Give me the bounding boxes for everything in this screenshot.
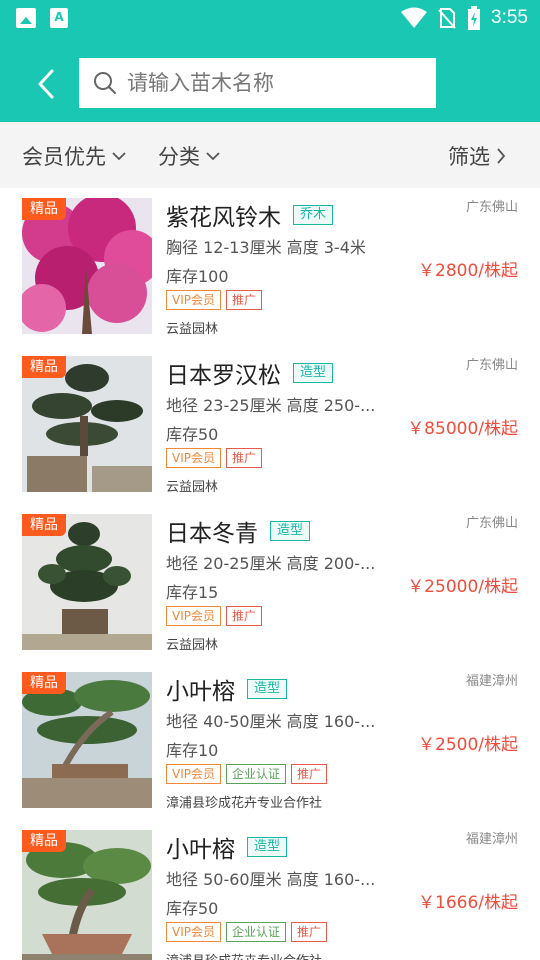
category-tag: 造型: [293, 363, 334, 383]
seller-name: 云益园林: [166, 638, 219, 653]
product-stock: 库存100: [166, 267, 229, 286]
battery-icon: [468, 6, 481, 30]
category-tag: 造型: [270, 521, 311, 541]
premium-badge: 精品: [22, 356, 66, 378]
price: ￥2500/株起: [418, 735, 518, 755]
list-item[interactable]: 精品 小叶榕 造型 地径 50-60厘米 高度 160-... 库存50 VIP…: [0, 820, 540, 960]
premium-badge: 精品: [22, 672, 66, 694]
product-stock: 库存50: [166, 425, 219, 444]
chevron-down-icon: [112, 152, 126, 161]
search-input[interactable]: [127, 71, 417, 95]
product-stock: 库存10: [166, 741, 219, 760]
location: 福建漳州: [465, 674, 518, 689]
promo-tag: 推广: [226, 448, 263, 468]
status-bar: A 3:55: [0, 0, 540, 36]
product-spec: 胸径 12-13厘米 高度 3-4米: [166, 238, 366, 257]
filter-member-priority-label: 会员优先: [22, 145, 106, 169]
list-item[interactable]: 精品 小叶榕 造型 地径 40-50厘米 高度 160-... 库存10 VIP…: [0, 662, 540, 820]
enterprise-cert-tag: 企业认证: [226, 764, 287, 784]
promo-tag: 推广: [291, 764, 328, 784]
no-sim-icon: [438, 8, 456, 29]
chevron-left-icon: [38, 69, 54, 99]
product-title: 小叶榕: [166, 679, 235, 705]
list-item[interactable]: 精品 紫花风铃木 乔木 胸径 12-13厘米 高度 3-4米 库存100 VIP…: [0, 188, 540, 346]
price: ￥85000/株起: [407, 419, 518, 439]
chevron-down-icon: [206, 152, 220, 161]
category-tag: 造型: [247, 837, 288, 857]
seller-name: 漳浦县珍成花卉专业合作社: [166, 796, 323, 811]
header: A 3:55: [0, 0, 540, 122]
location: 福建漳州: [465, 832, 518, 847]
product-title: 日本冬青: [166, 521, 258, 547]
promo-tag: 推广: [226, 606, 263, 626]
promo-tag: 推广: [226, 290, 263, 310]
product-stock: 库存15: [166, 583, 219, 602]
status-time: 3:55: [491, 7, 528, 28]
filter-bar: 会员优先 分类 筛选: [0, 122, 540, 188]
product-spec: 地径 40-50厘米 高度 160-...: [166, 712, 376, 731]
enterprise-cert-tag: 企业认证: [226, 922, 287, 942]
category-tag: 造型: [247, 679, 288, 699]
product-spec: 地径 20-25厘米 高度 200-...: [166, 554, 376, 573]
filter-category[interactable]: 分类: [158, 141, 220, 171]
filter-category-label: 分类: [158, 145, 200, 169]
product-spec: 地径 50-60厘米 高度 160-...: [166, 870, 376, 889]
premium-badge: 精品: [22, 830, 66, 852]
seller-name: 漳浦县珍成花卉专业合作社: [166, 950, 322, 960]
location: 广东佛山: [465, 200, 518, 215]
promo-tag: 推广: [291, 922, 328, 942]
price: ￥25000/株起: [407, 577, 518, 597]
search-box[interactable]: [79, 58, 436, 108]
product-title: 日本罗汉松: [166, 363, 281, 389]
a-letter-icon: A: [50, 8, 68, 28]
price: ￥1666/株起: [418, 893, 518, 913]
seller-name: 云益园林: [166, 322, 219, 337]
vip-tag: VIP会员: [166, 290, 221, 310]
category-tag: 乔木: [293, 205, 334, 225]
vip-tag: VIP会员: [166, 448, 221, 468]
product-stock: 库存50: [166, 899, 219, 918]
search-icon: [94, 72, 116, 94]
vip-tag: VIP会员: [166, 764, 221, 784]
location: 广东佛山: [465, 358, 518, 373]
premium-badge: 精品: [22, 198, 66, 220]
filter-button-label: 筛选: [448, 145, 490, 169]
vip-tag: VIP会员: [166, 606, 221, 626]
product-spec: 地径 23-25厘米 高度 250-...: [166, 396, 376, 415]
price: ￥2800/株起: [418, 261, 518, 281]
location: 广东佛山: [465, 516, 518, 531]
filter-member-priority[interactable]: 会员优先: [22, 141, 126, 171]
image-icon: [16, 8, 36, 28]
seller-name: 云益园林: [166, 480, 219, 495]
product-title: 小叶榕: [166, 837, 235, 863]
premium-badge: 精品: [22, 514, 66, 536]
wifi-icon: [401, 7, 428, 28]
product-title: 紫花风铃木: [166, 205, 281, 231]
chevron-right-icon: [497, 148, 506, 164]
back-button[interactable]: [28, 64, 64, 104]
filter-button[interactable]: 筛选: [448, 141, 506, 171]
list-item[interactable]: 精品 日本罗汉松 造型 地径 23-25厘米 高度 250-... 库存50 V…: [0, 346, 540, 504]
vip-tag: VIP会员: [166, 922, 221, 942]
list-item[interactable]: 精品 日本冬青 造型 地径 20-25厘米 高度 200-... 库存15 VI…: [0, 504, 540, 662]
